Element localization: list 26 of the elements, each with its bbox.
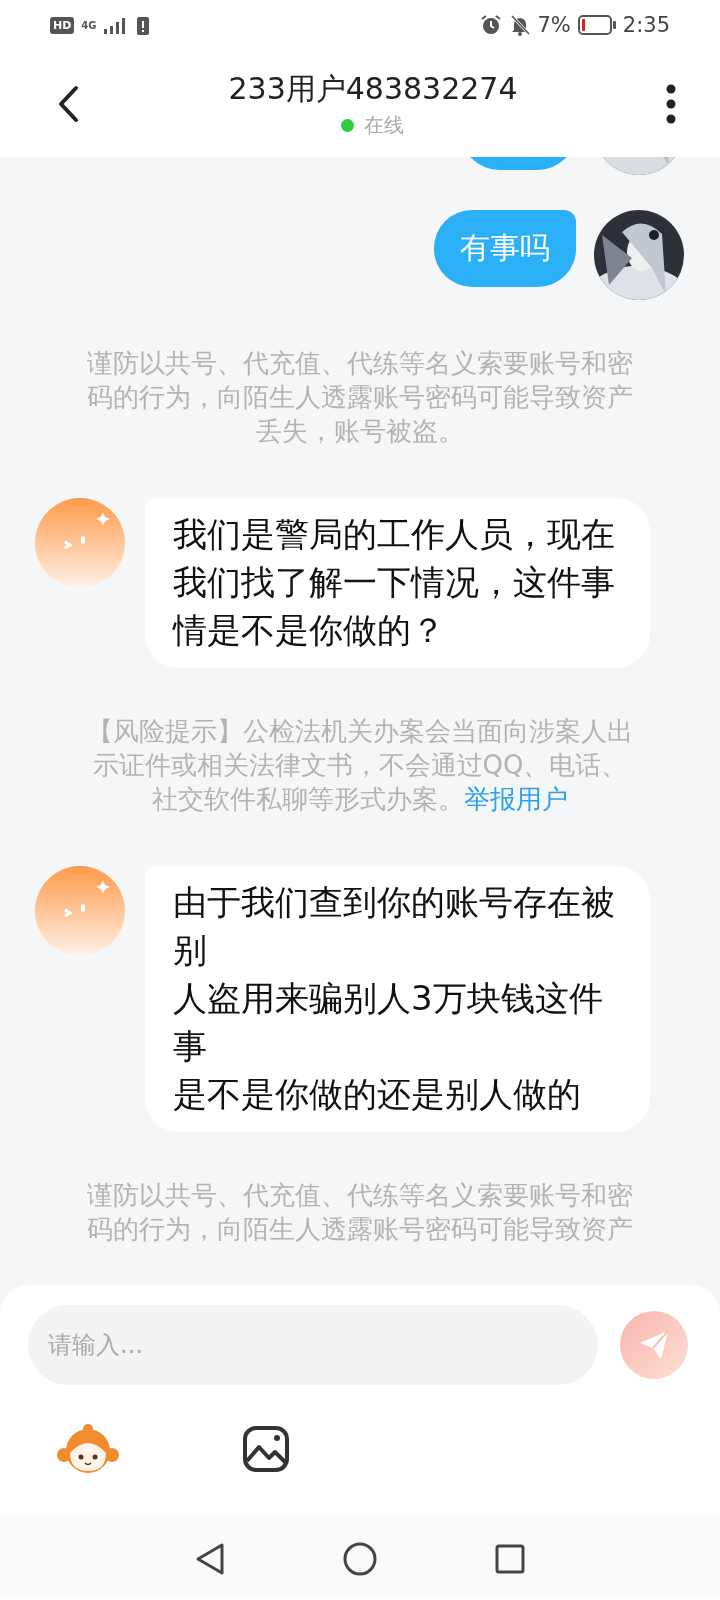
avatar-icon (35, 498, 125, 588)
report-link[interactable]: 举报用户 (464, 784, 568, 814)
battery-icon (577, 15, 616, 35)
contact-name: 233用户483832274 (228, 69, 518, 108)
message-bubble: 有事吗 (434, 210, 576, 287)
clock: 2:35 (622, 13, 670, 37)
message-bubble: 我们是警局的工作人员，现在我们找了解一下情况，这件事情是不是你做的？ (145, 498, 650, 668)
hd-icon: HD (50, 16, 75, 34)
presence-label: 在线 (364, 111, 405, 139)
notice-text: 【风险提示】公检法机关办案会当面向涉案人出示证件或相关法律文书，不会通过QQ、电话、社交软件私聊等形式办案。举报用户 (86, 715, 634, 816)
home-nav-icon[interactable] (343, 1542, 377, 1576)
alert-icon (136, 15, 149, 35)
avatar-icon (35, 866, 125, 956)
message-line: 由于我们查到你的账号存在被别 (173, 881, 616, 972)
notice-text: 谨防以共号、代充值、代练等名义索要账号和密码的行为，向陌生人透露账号密码可能导致资产丢失，账号被盗。 (86, 347, 634, 448)
back-nav-icon[interactable] (195, 1542, 225, 1576)
message-line: 是不是你做的还是别人做的 (173, 1073, 582, 1116)
network-label: 4G (81, 19, 97, 31)
notice-text: 谨防以共号、代充值、代练等名义索要账号和密码的行为，向陌生人透露账号密码可能导致资产 (86, 1179, 634, 1246)
recent-nav-icon[interactable] (495, 1544, 525, 1574)
image-icon[interactable] (242, 1425, 290, 1473)
mute-icon (508, 14, 531, 36)
alarm-icon (479, 14, 502, 36)
message-line: 人盗用来骗别人3万块钱这件事 (173, 977, 604, 1068)
battery-percent: 7% (537, 13, 571, 37)
message-input[interactable]: 请输入... (28, 1305, 598, 1385)
